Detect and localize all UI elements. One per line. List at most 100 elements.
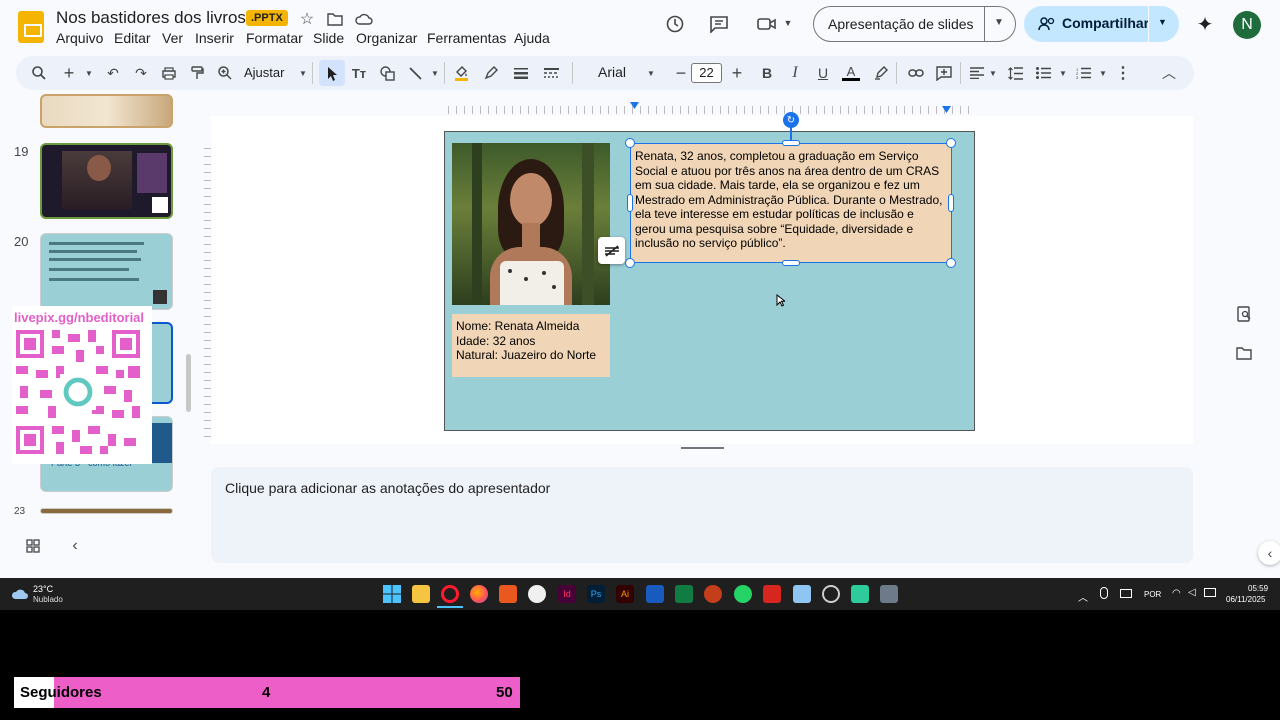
photoshop-icon[interactable]: Ps	[587, 585, 605, 603]
slide-thumbnail-20[interactable]	[40, 233, 173, 310]
underline-icon[interactable]: U	[812, 62, 834, 84]
opera-browser-icon[interactable]	[441, 585, 459, 603]
menu-organizar[interactable]: Organizar	[356, 30, 417, 46]
menu-formatar[interactable]: Formatar	[246, 30, 303, 46]
whatsapp-icon[interactable]	[734, 585, 752, 603]
language-indicator[interactable]: POR	[1144, 590, 1161, 599]
resize-handle-w[interactable]	[627, 194, 633, 212]
italic-icon[interactable]: I	[784, 62, 806, 84]
zoom-icon[interactable]	[214, 62, 236, 84]
weather-temperature[interactable]: 23°C	[33, 584, 53, 594]
app-green-icon[interactable]	[851, 585, 869, 603]
font-family-select[interactable]: Arial	[598, 64, 626, 80]
move-folder-icon[interactable]	[326, 10, 344, 28]
redo-icon[interactable]: ↷	[130, 62, 152, 84]
line-icon[interactable]	[404, 62, 426, 84]
border-color-icon[interactable]	[480, 62, 502, 84]
image-shapes-icon[interactable]	[376, 62, 398, 84]
slide-thumbnail-23[interactable]	[40, 508, 173, 514]
paint-format-icon[interactable]	[186, 62, 208, 84]
clock-app-icon[interactable]	[822, 585, 840, 603]
text-box-icon[interactable]: Tт	[348, 62, 370, 84]
star-icon[interactable]: ☆	[298, 10, 316, 28]
highlight-color-icon[interactable]	[870, 62, 892, 84]
profile-info-box[interactable]: Nome: Renata Almeida Idade: 32 anos Natu…	[452, 314, 610, 377]
clock-time[interactable]: 05:59	[1248, 584, 1268, 593]
add-comment-icon[interactable]	[933, 62, 955, 84]
numbered-list-icon[interactable]: 123	[1072, 62, 1094, 84]
menu-ajuda[interactable]: Ajuda	[514, 30, 550, 46]
wifi-icon[interactable]: ◠	[1172, 588, 1181, 599]
avatar[interactable]: N	[1233, 11, 1261, 39]
horizontal-ruler[interactable]	[448, 106, 972, 114]
slide-thumbnail-18[interactable]	[40, 94, 173, 128]
portrait-photo[interactable]	[452, 143, 610, 305]
insert-link-icon[interactable]	[905, 62, 927, 84]
notes-resize-handle[interactable]	[681, 447, 724, 449]
battery-icon[interactable]	[1204, 588, 1216, 597]
border-weight-icon[interactable]	[510, 62, 532, 84]
app-circle-icon[interactable]	[528, 585, 546, 603]
document-title[interactable]: Nos bastidores dos livros	[56, 8, 246, 28]
menu-editar[interactable]: Editar	[114, 30, 151, 46]
undo-icon[interactable]: ↶	[102, 62, 124, 84]
clock-date[interactable]: 06/11/2025	[1226, 595, 1265, 604]
share-button[interactable]: Compartilhar ▼	[1024, 6, 1179, 42]
menu-slide[interactable]: Slide	[313, 30, 344, 46]
line-spacing-icon[interactable]	[1004, 62, 1026, 84]
border-dash-icon[interactable]	[540, 62, 562, 84]
select-cursor-icon[interactable]	[319, 60, 345, 86]
rotate-handle-icon[interactable]: ↻	[783, 112, 799, 128]
app-orange-icon[interactable]	[499, 585, 517, 603]
keep-notes-icon[interactable]	[1234, 304, 1254, 324]
cloud-weather-icon[interactable]	[11, 587, 29, 605]
file-explorer-icon[interactable]	[412, 585, 430, 603]
bold-icon[interactable]: B	[756, 62, 778, 84]
resize-handle-s[interactable]	[782, 260, 800, 266]
collapse-filmstrip-icon[interactable]: ‹	[66, 537, 84, 555]
text-color-icon[interactable]: A	[840, 62, 862, 84]
meet-video-icon[interactable]	[756, 13, 778, 35]
word-icon[interactable]	[646, 585, 664, 603]
slideshow-dropdown-icon[interactable]: ▼	[994, 17, 1004, 28]
volume-icon[interactable]: ◁	[1188, 587, 1196, 598]
new-slide-dropdown-icon[interactable]: ▼	[78, 62, 100, 84]
filmstrip-scrollbar[interactable]	[186, 354, 191, 412]
windows-start-icon[interactable]	[383, 585, 401, 603]
zoom-dropdown-icon[interactable]: ▼	[292, 62, 314, 84]
font-size-input[interactable]: 22	[691, 63, 722, 83]
excel-icon[interactable]	[675, 585, 693, 603]
align-dropdown-icon[interactable]: ▼	[982, 62, 1004, 84]
cloud-status-icon[interactable]	[354, 10, 374, 28]
numbered-list-dropdown-icon[interactable]: ▼	[1092, 62, 1114, 84]
speaker-notes[interactable]: Clique para adicionar as anotações do ap…	[211, 467, 1193, 563]
weather-description[interactable]: Nublado	[33, 595, 63, 604]
indesign-icon[interactable]: Id	[558, 585, 576, 603]
acrobat-icon[interactable]	[763, 585, 781, 603]
slideshow-button[interactable]: Apresentação de slides ▼	[813, 6, 1016, 42]
resize-handle-n[interactable]	[782, 140, 800, 146]
decrease-font-size-icon[interactable]: −	[670, 62, 692, 84]
line-dropdown-icon[interactable]: ▼	[424, 62, 446, 84]
slides-logo-icon[interactable]	[18, 11, 44, 43]
bulleted-list-icon[interactable]	[1032, 62, 1054, 84]
illustrator-icon[interactable]: Ai	[616, 585, 634, 603]
menu-arquivo[interactable]: Arquivo	[56, 30, 103, 46]
collapse-menus-icon[interactable]: ︿	[1158, 62, 1180, 84]
print-icon[interactable]	[158, 62, 180, 84]
powerpoint-icon[interactable]	[704, 585, 722, 603]
resize-handle-e[interactable]	[948, 194, 954, 212]
bulleted-list-dropdown-icon[interactable]: ▼	[1052, 62, 1074, 84]
calculator-icon[interactable]	[880, 585, 898, 603]
share-dropdown-icon[interactable]: ▼	[1158, 17, 1167, 27]
resize-handle-se[interactable]	[946, 258, 956, 268]
expand-side-panel-icon[interactable]: ‹	[1258, 541, 1280, 565]
font-dropdown-icon[interactable]: ▼	[640, 62, 662, 84]
increase-font-size-icon[interactable]: +	[726, 62, 748, 84]
more-options-icon[interactable]: ⋮	[1112, 62, 1134, 84]
resize-handle-nw[interactable]	[625, 138, 635, 148]
menu-ver[interactable]: Ver	[162, 30, 183, 46]
comments-icon[interactable]	[708, 13, 730, 35]
search-menus-icon[interactable]	[28, 62, 50, 84]
grid-view-icon[interactable]	[24, 537, 42, 555]
